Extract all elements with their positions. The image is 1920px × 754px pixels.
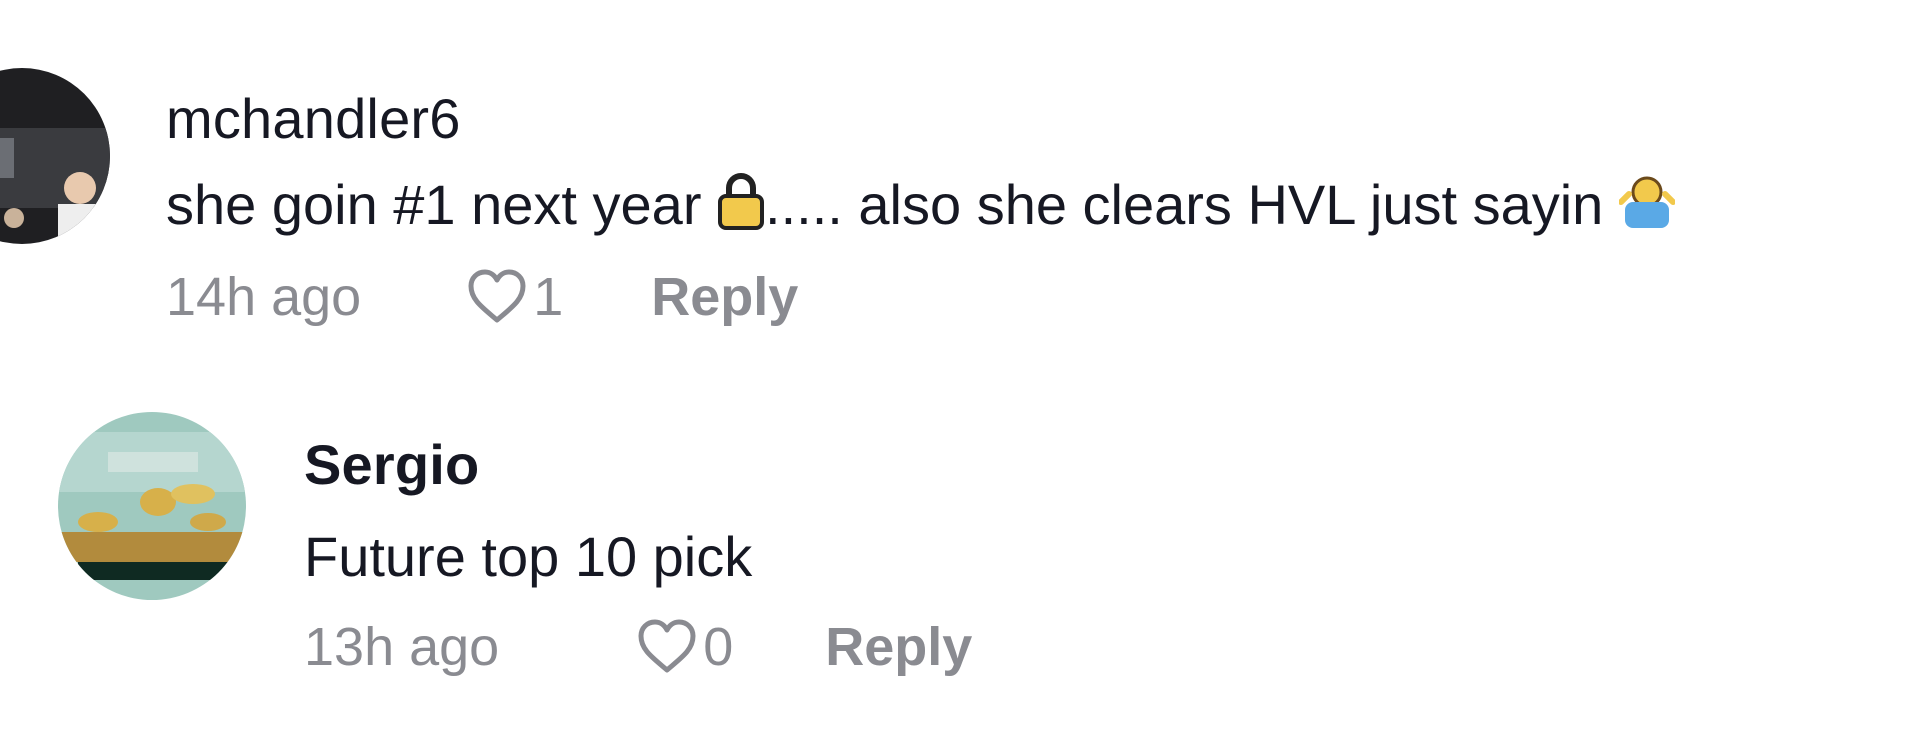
like-count: 1	[533, 267, 564, 327]
comment-item: mchandler6 she goin #1 next year ..... a…	[0, 0, 1920, 340]
like-button[interactable]: 0	[635, 616, 733, 678]
comment-time: 13h ago	[304, 617, 500, 677]
heart-icon	[638, 619, 696, 673]
comment-item: Sergio Future top 10 pick 13h ago 0 Repl…	[0, 340, 1920, 754]
reply-button[interactable]: Reply	[651, 266, 798, 328]
comment-text: Future top 10 pick	[304, 525, 753, 588]
heart-icon	[468, 269, 526, 323]
comment-text-part: she goin #1 next year	[166, 173, 702, 236]
comment-time: 14h ago	[166, 267, 362, 327]
lock-icon	[717, 172, 765, 243]
comment-meta: 13h ago 0 Reply	[304, 612, 972, 682]
avatar-image	[58, 412, 246, 600]
comments-panel: mchandler6 she goin #1 next year ..... a…	[0, 0, 1920, 754]
comment-text: she goin #1 next year ..... also she cle…	[166, 172, 1676, 243]
comment-text-part: ..... also she clears HVL just sayin	[765, 173, 1604, 236]
like-count: 0	[703, 617, 734, 677]
avatar-image	[0, 68, 110, 244]
comment-username[interactable]: mchandler6	[166, 86, 461, 151]
comment-username[interactable]: Sergio	[304, 432, 479, 497]
like-button[interactable]: 1	[465, 266, 563, 328]
reply-button[interactable]: Reply	[825, 616, 972, 678]
avatar[interactable]	[0, 68, 110, 244]
comment-meta: 14h ago 1 Reply	[166, 262, 798, 332]
shrug-icon	[1617, 172, 1676, 243]
avatar[interactable]	[58, 412, 246, 600]
